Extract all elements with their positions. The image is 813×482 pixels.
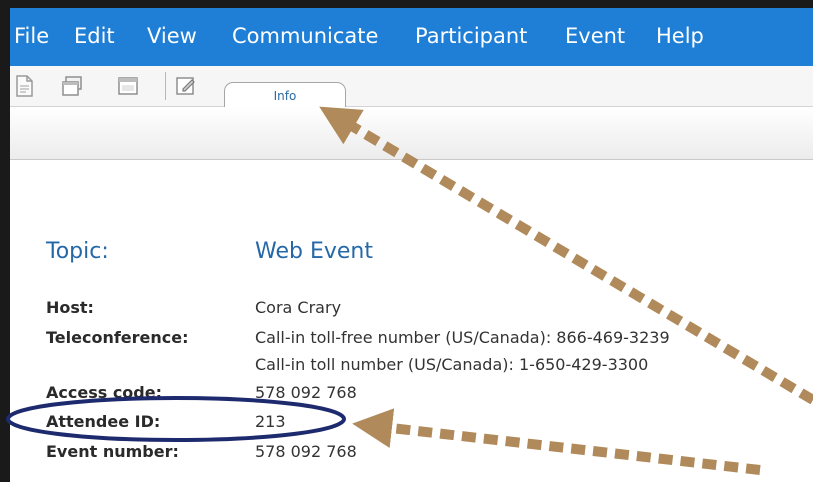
windows-icon[interactable]	[60, 74, 84, 98]
access-code-row: Access code: 578 092 768	[10, 381, 813, 405]
toolbar: Info	[10, 66, 813, 109]
topic-label: Topic:	[46, 239, 109, 264]
menu-bar: File Edit View Communicate Participant E…	[10, 8, 813, 66]
tab-info[interactable]: Info	[224, 82, 346, 109]
attendee-id-label: Attendee ID:	[46, 412, 161, 431]
event-number-label: Event number:	[46, 442, 179, 461]
event-number-row: Event number: 578 092 768	[10, 440, 813, 464]
access-code-value: 578 092 768	[255, 383, 357, 402]
info-panel: Topic: Web Event Host: Cora Crary Teleco…	[10, 160, 813, 482]
menu-event[interactable]: Event	[565, 24, 625, 48]
new-document-icon[interactable]	[12, 74, 36, 98]
teleconference-label: Teleconference:	[46, 328, 189, 347]
event-number-value: 578 092 768	[255, 442, 357, 461]
topic-value: Web Event	[255, 239, 373, 264]
attendee-id-value: 213	[255, 412, 286, 431]
window-frame-top	[0, 0, 813, 8]
toolbar-separator	[165, 72, 166, 100]
menu-file[interactable]: File	[14, 24, 49, 48]
edit-icon[interactable]	[174, 74, 198, 98]
window-frame-left	[0, 0, 10, 482]
menu-communicate[interactable]: Communicate	[232, 24, 378, 48]
host-row: Host: Cora Crary	[10, 296, 813, 320]
teleconference-toll-free: Call-in toll-free number (US/Canada): 86…	[255, 328, 670, 347]
menu-participant[interactable]: Participant	[415, 24, 527, 48]
menu-edit[interactable]: Edit	[74, 24, 115, 48]
teleconference-row-2: Call-in toll number (US/Canada): 1-650-4…	[10, 353, 813, 377]
menu-help[interactable]: Help	[656, 24, 704, 48]
host-value: Cora Crary	[255, 298, 342, 317]
access-code-label: Access code:	[46, 383, 162, 402]
attendee-id-row: Attendee ID: 213	[10, 410, 813, 434]
window-icon[interactable]	[116, 74, 140, 98]
menu-view[interactable]: View	[147, 24, 197, 48]
teleconference-toll: Call-in toll number (US/Canada): 1-650-4…	[255, 355, 649, 374]
tab-header-strip	[10, 107, 813, 160]
host-label: Host:	[46, 298, 94, 317]
teleconference-row: Teleconference: Call-in toll-free number…	[10, 326, 813, 350]
